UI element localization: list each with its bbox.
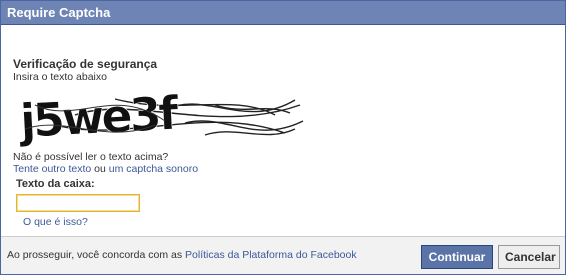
dialog-title: Require Captcha — [1, 1, 565, 25]
or-separator: ou — [91, 163, 109, 175]
security-heading: Verificação de segurança — [13, 57, 158, 71]
cancel-button[interactable]: Cancelar — [498, 245, 560, 269]
audio-captcha-link[interactable]: um captcha sonoro — [109, 163, 198, 175]
captcha-instruction: Insira o texto abaixo — [13, 71, 107, 83]
captcha-distorted-text: j5we3f — [17, 86, 181, 148]
what-is-this-link[interactable]: O que é isso? — [23, 216, 88, 228]
captcha-alternatives: Tente outro texto ou um captcha sonoro — [13, 163, 553, 176]
continue-button[interactable]: Continuar — [421, 245, 493, 269]
try-other-text-link[interactable]: Tente outro texto — [13, 163, 91, 175]
agreement-text: Ao prosseguir, você concorda com as Polí… — [7, 249, 357, 261]
captcha-dialog: Require Captcha Verificação de segurança… — [0, 0, 566, 275]
agreement-prefix: Ao prosseguir, você concorda com as — [7, 249, 186, 261]
captcha-input[interactable] — [16, 194, 140, 212]
captcha-field-label: Texto da caixa: — [16, 178, 95, 190]
captcha-image: j5we3f — [15, 85, 305, 149]
cant-read-text: Não é possível ler o texto acima? — [13, 151, 169, 163]
dialog-footer: Ao prosseguir, você concorda com as Polí… — [1, 236, 565, 274]
dialog-body: Verificação de segurança Insira o texto … — [13, 57, 553, 228]
platform-policies-link[interactable]: Políticas da Plataforma do Facebook — [185, 249, 357, 261]
